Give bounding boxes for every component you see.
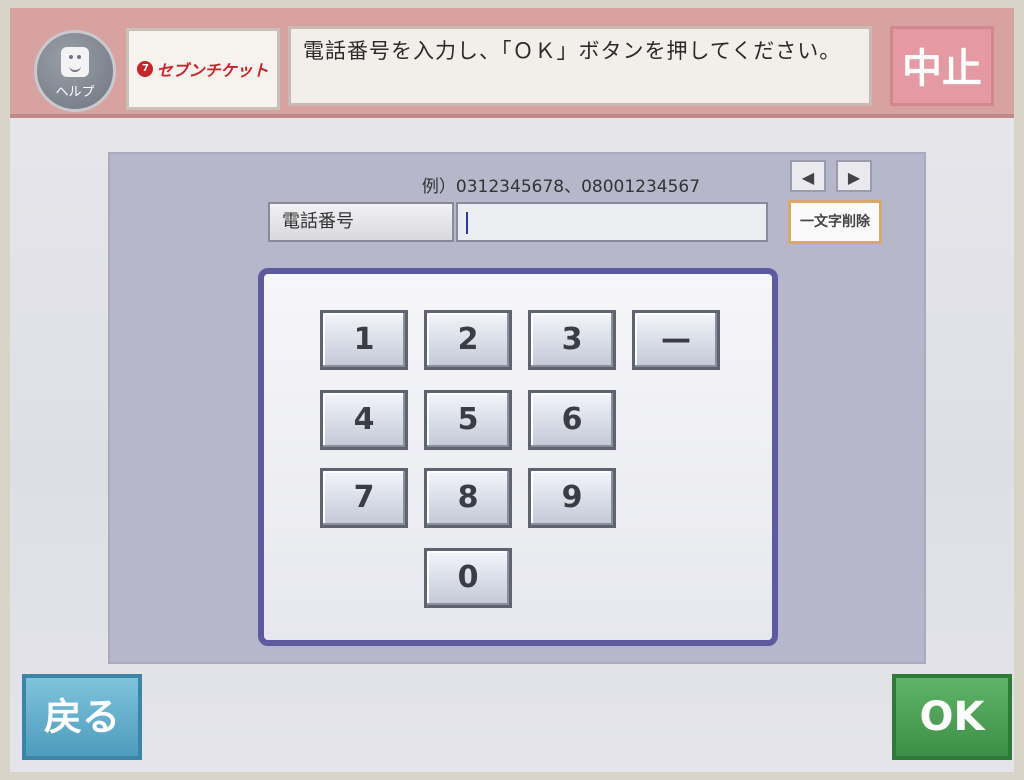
cancel-button[interactable]: 中止: [890, 26, 994, 106]
key-7[interactable]: 7: [320, 468, 408, 528]
numeric-keypad: 1 2 3 — 4 5 6 7 8 9 0: [258, 268, 778, 646]
key-hyphen[interactable]: —: [632, 310, 720, 370]
example-text: 例）0312345678、08001234567: [421, 177, 701, 197]
key-9[interactable]: 9: [528, 468, 616, 528]
input-panel: 例）0312345678、08001234567 ◀ ▶ 電話番号 一文字削除 …: [108, 152, 926, 664]
arrow-right-icon[interactable]: ▶: [836, 160, 872, 192]
key-4[interactable]: 4: [320, 390, 408, 450]
kiosk-screen: ヘルプ 7 セブンチケット 電話番号を入力し、「ＯＫ」ボタンを押してください。 …: [10, 8, 1014, 772]
logo-mark-icon: 7: [137, 61, 154, 77]
seven-ticket-logo: 7 セブンチケット: [126, 28, 280, 110]
phone-field-label: 電話番号: [268, 202, 454, 242]
text-caret: [466, 212, 468, 234]
help-button[interactable]: ヘルプ: [34, 30, 116, 112]
key-8[interactable]: 8: [424, 468, 512, 528]
logo-text: セブンチケット: [156, 61, 269, 80]
arrow-left-icon[interactable]: ◀: [790, 160, 826, 192]
key-1[interactable]: 1: [320, 310, 408, 370]
help-label: ヘルプ: [55, 85, 95, 100]
key-6[interactable]: 6: [528, 390, 616, 450]
key-3[interactable]: 3: [528, 310, 616, 370]
back-button[interactable]: 戻る: [22, 674, 142, 760]
phone-number-input[interactable]: [456, 202, 768, 242]
help-face-icon: [61, 47, 89, 77]
delete-char-button[interactable]: 一文字削除: [788, 200, 882, 244]
key-0[interactable]: 0: [424, 548, 512, 608]
instruction-message: 電話番号を入力し、「ＯＫ」ボタンを押してください。: [288, 26, 872, 106]
key-5[interactable]: 5: [424, 390, 512, 450]
key-2[interactable]: 2: [424, 310, 512, 370]
ok-button[interactable]: OK: [892, 674, 1012, 760]
header-bar: ヘルプ 7 セブンチケット 電話番号を入力し、「ＯＫ」ボタンを押してください。 …: [10, 8, 1014, 118]
